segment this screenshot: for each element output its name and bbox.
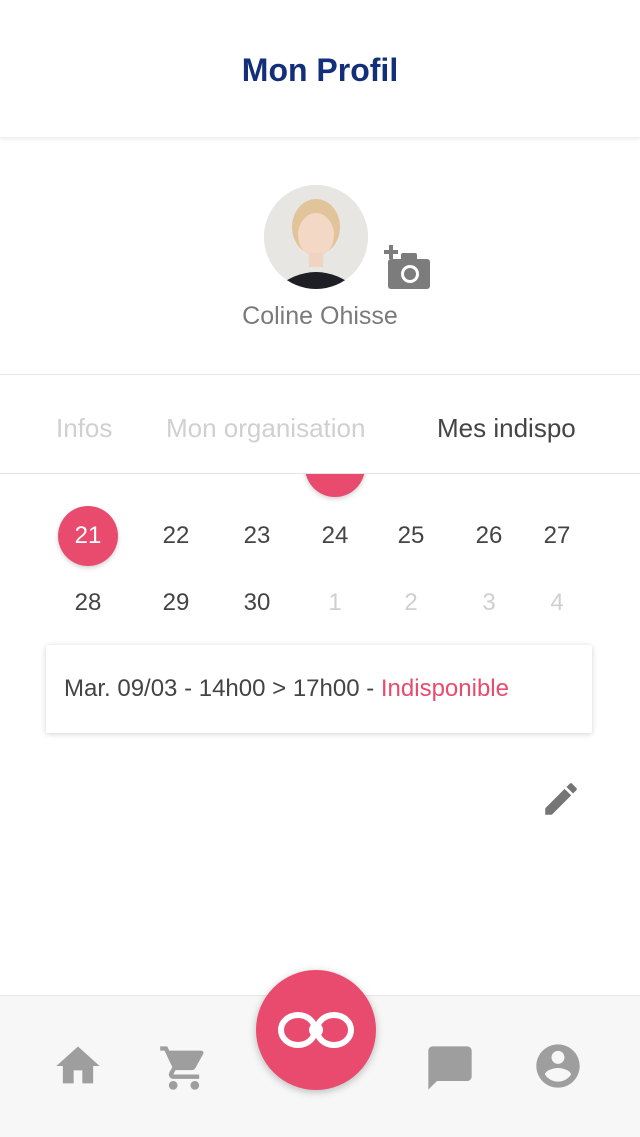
unavailability-period: Mar. 09/03 - 14h00 > 17h00 - [64, 675, 381, 702]
calendar-day[interactable]: 24 [305, 506, 365, 566]
calendar-day-selected[interactable]: 21 [58, 506, 118, 566]
edit-icon[interactable] [540, 778, 582, 820]
calendar-day[interactable]: 19 [459, 474, 519, 497]
add-photo-camera-icon[interactable] [383, 245, 433, 291]
calendar-day[interactable]: 30 [227, 573, 287, 633]
calendar-day[interactable]: 14 [58, 474, 118, 497]
unavailability-card[interactable]: Mar. 09/03 - 14h00 > 17h00 - Indisponibl… [46, 645, 592, 733]
profile-name: Coline Ohisse [242, 302, 398, 330]
calendar-day[interactable]: 15 [146, 474, 206, 497]
tab-mon-organisation[interactable]: Mon organisation [166, 413, 365, 444]
calendar-day-next-month[interactable]: 3 [459, 573, 519, 633]
infinity-action-button[interactable] [256, 970, 376, 1090]
chat-icon[interactable] [424, 1042, 476, 1094]
calendar-day[interactable]: 18 [381, 474, 441, 497]
calendar-day-next-month[interactable]: 1 [305, 573, 365, 633]
calendar-grid: 14 15 16 17 18 19 20 21 22 23 24 25 26 2… [0, 474, 640, 644]
account-icon[interactable] [532, 1040, 584, 1092]
app-header: Mon Profil [0, 0, 640, 138]
tab-mes-indispo[interactable]: Mes indispo [437, 413, 576, 444]
tab-infos[interactable]: Infos [56, 413, 112, 444]
calendar-day[interactable]: 28 [58, 573, 118, 633]
calendar-day[interactable]: 23 [227, 506, 287, 566]
calendar-day[interactable]: 16 [227, 474, 287, 497]
calendar-day-selected[interactable]: 17 [305, 474, 365, 497]
unavailability-text: Mar. 09/03 - 14h00 > 17h00 - Indisponibl… [64, 675, 509, 703]
home-icon[interactable] [52, 1040, 104, 1092]
calendar-day[interactable]: 22 [146, 506, 206, 566]
calendar-day[interactable]: 25 [381, 506, 441, 566]
calendar-day[interactable]: 29 [146, 573, 206, 633]
calendar-day[interactable]: 27 [527, 506, 587, 566]
calendar-day[interactable]: 20 [527, 474, 587, 497]
calendar-day-next-month[interactable]: 4 [527, 573, 587, 633]
profile-tabs: Infos Mon organisation Mes indispo [0, 375, 640, 474]
cart-icon[interactable] [158, 1042, 210, 1094]
user-photo-icon [264, 185, 368, 289]
avatar[interactable] [264, 185, 368, 289]
calendar-day[interactable]: 26 [459, 506, 519, 566]
page-title: Mon Profil [241, 52, 399, 88]
unavailability-status: Indisponible [380, 675, 509, 702]
infinity-icon [278, 1012, 354, 1048]
profile-section: Coline Ohisse [0, 139, 640, 375]
calendar-day-next-month[interactable]: 2 [381, 573, 441, 633]
